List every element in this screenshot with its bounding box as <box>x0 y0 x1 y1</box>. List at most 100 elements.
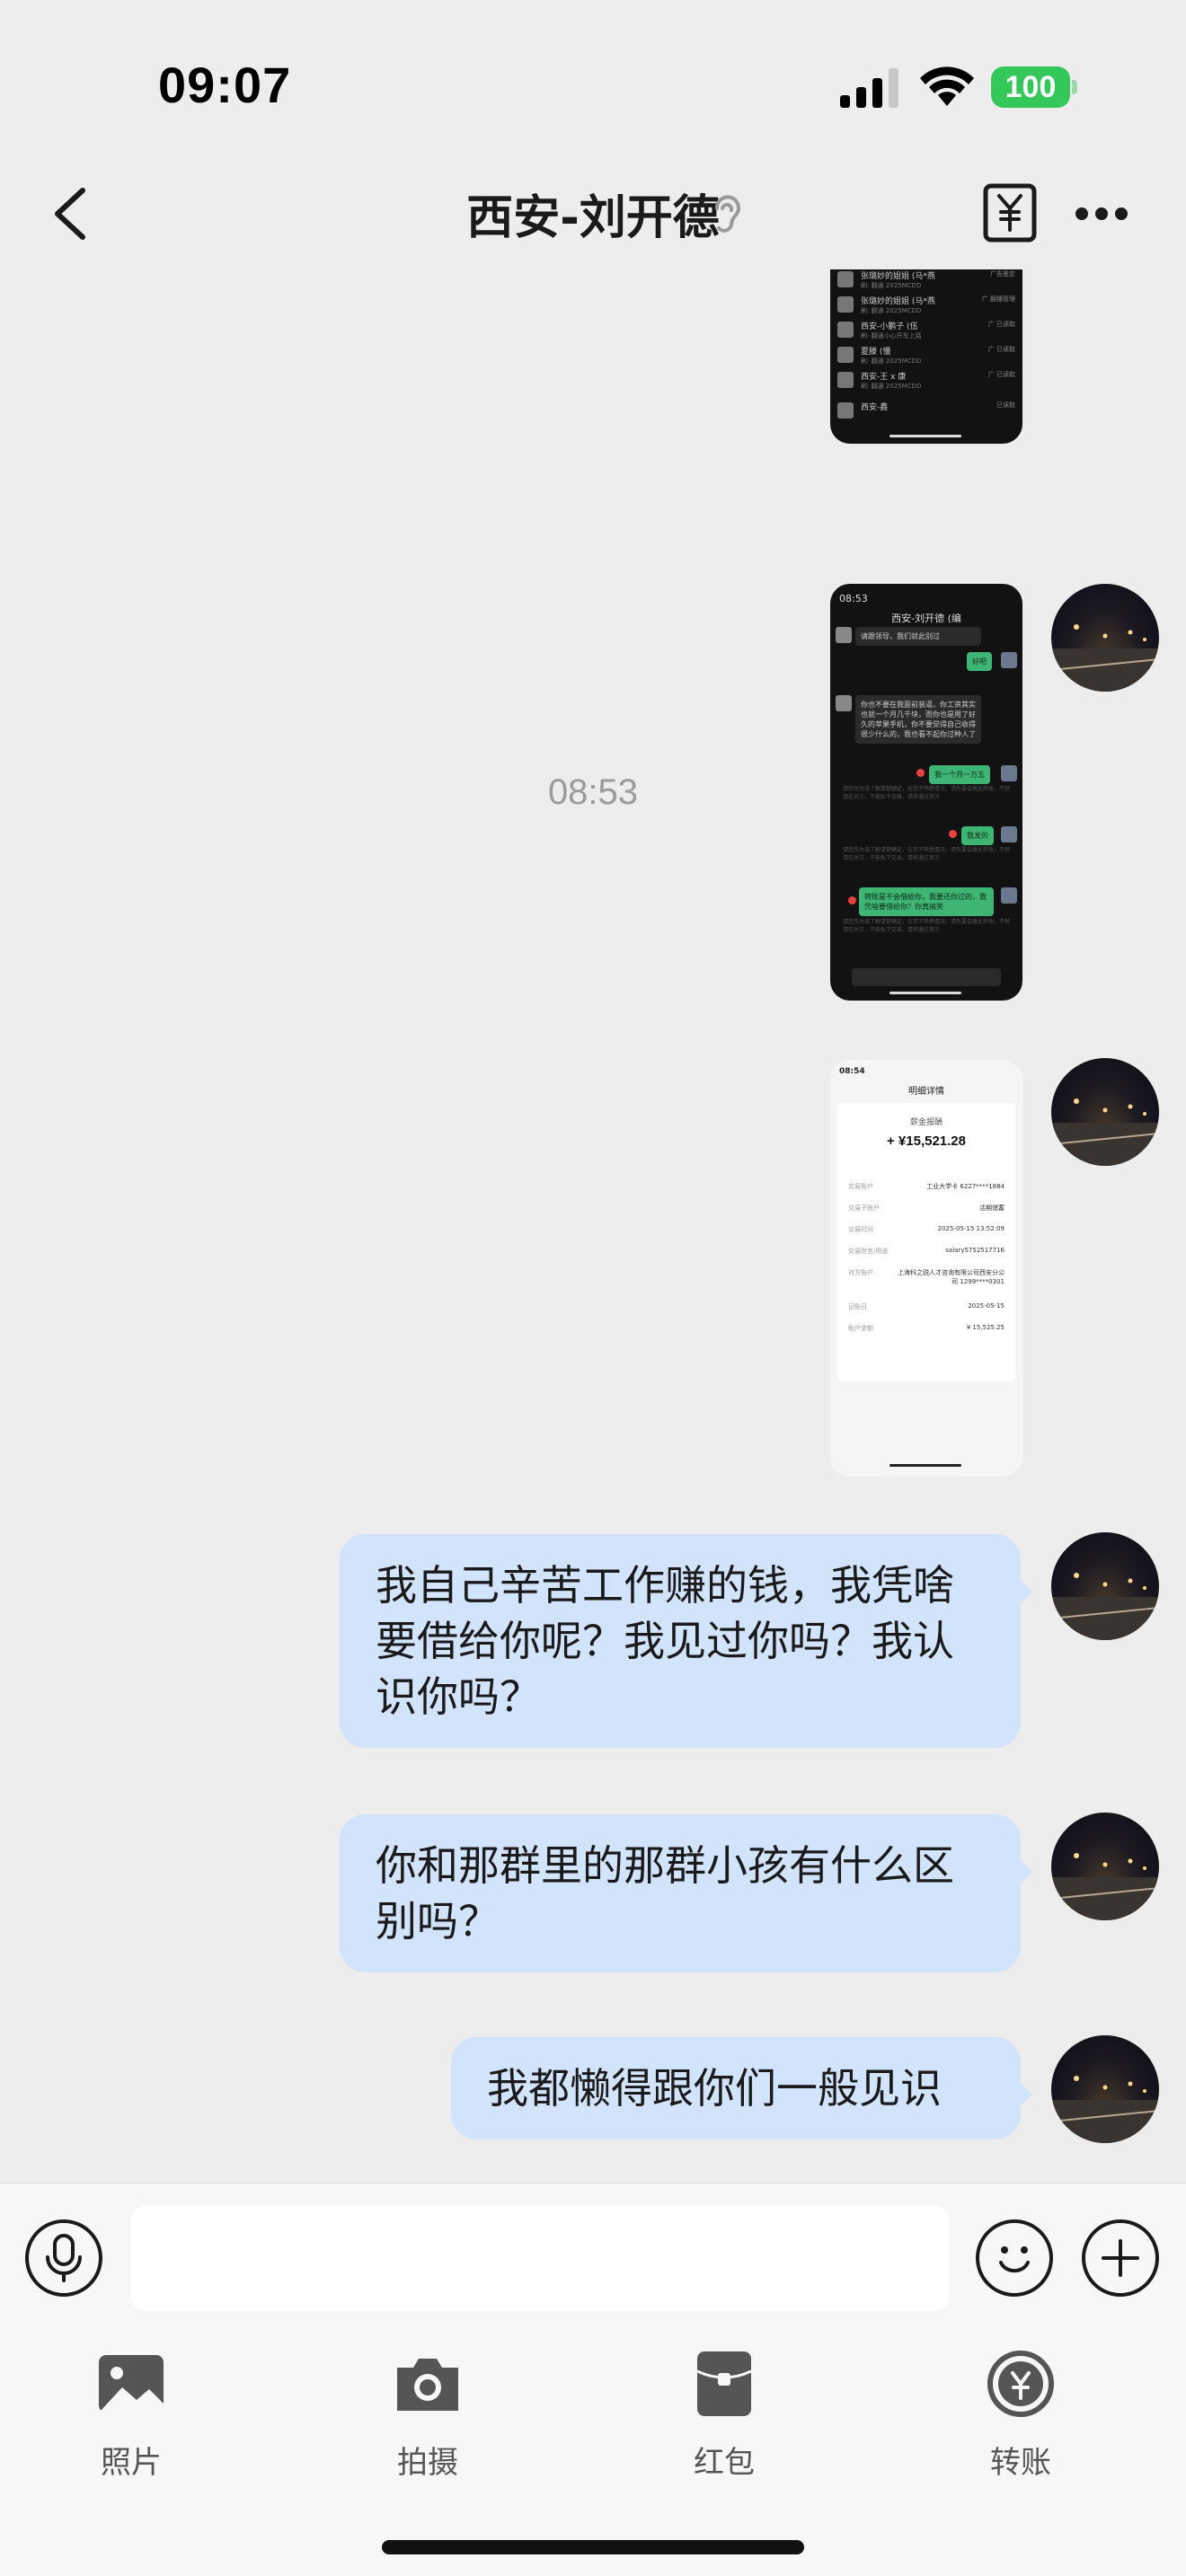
detail-label: 记账日 <box>848 1303 867 1310</box>
status-time: 09:07 <box>158 57 292 113</box>
screenshot-input-bar <box>852 968 1001 986</box>
screenshot-home-indicator <box>890 1464 961 1467</box>
chat-list-tag: 广 翻播管理 <box>981 296 1015 303</box>
emoji-button[interactable] <box>976 2219 1053 2297</box>
red-packet-icon <box>696 2351 752 2416</box>
screenshot-avatar <box>836 695 852 711</box>
chat-list-avatar <box>837 322 854 338</box>
transfer-yuan-icon[interactable] <box>983 183 1037 243</box>
chat-list-row: 西安-王 x 康 刷: 翻通 2025MCDD 广 已读取 <box>837 370 1015 393</box>
smiley-icon <box>999 2246 1030 2273</box>
transaction-type: 薪金报酬 <box>909 1118 943 1127</box>
action-label: 拍摄 <box>397 2445 458 2481</box>
red-packet-action[interactable]: 红包 <box>634 2348 814 2482</box>
screenshot-avatar <box>1001 887 1017 904</box>
detail-value: 工业大学卡 6227****1884 <box>926 1183 1005 1190</box>
wifi-icon <box>920 66 974 106</box>
battery-indicator: 100 <box>991 66 1077 108</box>
home-indicator <box>382 2540 804 2554</box>
night-road-avatar-icon <box>1051 1853 1159 1920</box>
chat-list-name: 西安-王 x 康 <box>861 373 907 382</box>
camera-icon <box>397 2359 458 2411</box>
action-label: 红包 <box>694 2445 755 2481</box>
image-message-bank-detail-screenshot[interactable]: 08:54 明细详情 薪金报酬 + ¥15,521.28 交易账户 工业大学卡 … <box>830 1060 1022 1477</box>
chat-header: 西安-刘开德 <box>0 153 1186 269</box>
camera-action[interactable]: 拍摄 <box>338 2348 518 2482</box>
screenshot-avatar <box>1001 652 1017 668</box>
chat-list-tag: 广告鉴定 <box>990 270 1015 278</box>
screenshot-note: 请您作为该了解清楚确定，在您不熟悉情况，请先要会搬此转账，不然请在对方，不能私下… <box>843 847 1011 861</box>
message-input-bar <box>0 2183 1186 2326</box>
message-text-input[interactable] <box>131 2205 949 2311</box>
screenshot-failed-mark <box>848 896 856 904</box>
more-functions-button[interactable] <box>1082 2219 1159 2297</box>
detail-value: ¥ 15,525.25 <box>966 1324 1005 1331</box>
night-road-avatar-icon <box>1051 1098 1159 1166</box>
plus-icon <box>1102 2239 1139 2277</box>
photo-action[interactable]: 照片 <box>41 2348 221 2482</box>
detail-label: 交易附言/用途 <box>848 1248 889 1255</box>
avatar[interactable] <box>1051 1532 1159 1640</box>
screenshot-failed-mark <box>916 769 925 777</box>
avatar[interactable] <box>1051 1813 1159 1920</box>
screenshot-avatar <box>1001 765 1017 781</box>
chat-list-avatar <box>837 402 854 419</box>
chat-list-tag: 广 已读取 <box>987 321 1015 328</box>
screenshot-msg: 转账是不会借给你，我要还你过的，我凭啥要借给你？你真搞笑 <box>859 887 994 916</box>
screenshot-time: 08:54 <box>839 1067 865 1076</box>
screenshot-avatar <box>1001 826 1017 842</box>
screenshot-msg: 好吧 <box>967 652 992 671</box>
screenshot-msg: 我一个月一万五 <box>929 765 990 784</box>
detail-value: 2025-05-15 13:52:09 <box>937 1225 1005 1232</box>
message-bubble[interactable]: 我自己辛苦工作赚的钱，我凭啥要借给你呢？我见过你吗？我认识你吗？ <box>340 1534 1033 1748</box>
chat-area[interactable]: 张璐妙的姐姐 (马*燕 刷: 翻通 2025MCDD 广告鉴定 张璐妙的姐姐 (… <box>0 269 1186 2183</box>
message-bubble[interactable]: 我都懒得跟你们一般见识 <box>451 2037 1033 2139</box>
detail-label: 账户余额 <box>848 1325 873 1332</box>
chat-list-name: 夏滕 (慢 <box>861 348 891 357</box>
message-bubble[interactable]: 你和那群里的那群小孩有什么区别吗？ <box>340 1814 1033 1972</box>
screenshot-msg: 你也不要在我面前装逼，你工资其实也就一个月几千块，而你也是用了好久的苹果手机，你… <box>855 695 981 744</box>
chat-list-avatar <box>837 347 854 363</box>
chat-list-row: 夏滕 (慢 刷: 翻通 2025MCDD 广 已读取 <box>837 345 1015 368</box>
detail-label: 交易账户 <box>848 1183 873 1190</box>
image-message-chatlist-screenshot[interactable]: 张璐妙的姐姐 (马*燕 刷: 翻通 2025MCDD 广告鉴定 张璐妙的姐姐 (… <box>830 269 1022 444</box>
night-road-avatar-icon <box>1051 2076 1159 2143</box>
screenshot-home-indicator <box>890 992 961 994</box>
chat-list-row: 西安-鑫 已读取 <box>837 401 1015 424</box>
more-options-icon[interactable] <box>1075 205 1128 223</box>
detail-value: salary5752517716 <box>945 1247 1005 1254</box>
screenshot-note: 请您作为该了解清楚确定，在您不熟悉情况，请先要会搬此转账，不然请在对方，不能私下… <box>843 786 1011 800</box>
image-message-chat-screenshot[interactable]: 08:53 西安-刘开德 (编 请跟领导，我们就此别过 好吧 你也不要在我面前装… <box>830 584 1022 1001</box>
detail-value: 2025-05-15 <box>968 1302 1005 1310</box>
night-road-avatar-icon <box>1051 624 1159 692</box>
chat-list-name: 西安-鑫 <box>861 403 889 412</box>
cellular-signal-icon <box>840 68 898 108</box>
voice-input-button[interactable] <box>25 2219 102 2297</box>
chat-list-sub: 刷: 翻通 2025MCDD <box>861 357 922 365</box>
chat-list-row: 张璐妙的姐姐 (马*燕 刷: 翻通 2025MCDD 广 翻播管理 <box>837 295 1015 318</box>
action-label: 转账 <box>990 2445 1051 2481</box>
chat-list-row: 西安-小鹏子 (伍 刷: 翻通小心开车上路 广 已读取 <box>837 320 1015 343</box>
chat-list-sub: 刷: 翻通 2025MCDD <box>861 307 922 314</box>
chat-list-sub: 刷: 翻通小心开车上路 <box>861 332 922 340</box>
avatar[interactable] <box>1051 2035 1159 2143</box>
chat-list-avatar <box>837 271 854 287</box>
battery-nub <box>1072 80 1077 94</box>
detail-value: 上海科之锐人才咨询有限公司西安分公司 1299****0301 <box>898 1269 1005 1285</box>
microphone-icon <box>46 2234 82 2282</box>
ear-listen-mode-icon <box>715 195 740 233</box>
detail-value: 活期储蓄 <box>979 1204 1005 1212</box>
screenshot-failed-mark <box>949 830 957 838</box>
avatar[interactable] <box>1051 1058 1159 1166</box>
screenshot-title: 西安-刘开德 (编 <box>891 613 961 624</box>
chat-list-sub: 刷: 翻通 2025MCDD <box>861 383 922 390</box>
avatar[interactable] <box>1051 584 1159 692</box>
transaction-card: 薪金报酬 + ¥15,521.28 交易账户 工业大学卡 6227****188… <box>837 1103 1015 1381</box>
chat-title[interactable]: 西安-刘开德 <box>466 191 720 245</box>
transfer-icon <box>987 2351 1054 2417</box>
screenshot-time: 08:53 <box>839 593 868 604</box>
transaction-amount: + ¥15,521.28 <box>886 1134 966 1149</box>
transfer-action[interactable]: 转账 <box>931 2348 1111 2482</box>
detail-label: 对方账户 <box>848 1269 873 1276</box>
chat-list-tag: 广 已读取 <box>987 371 1015 378</box>
